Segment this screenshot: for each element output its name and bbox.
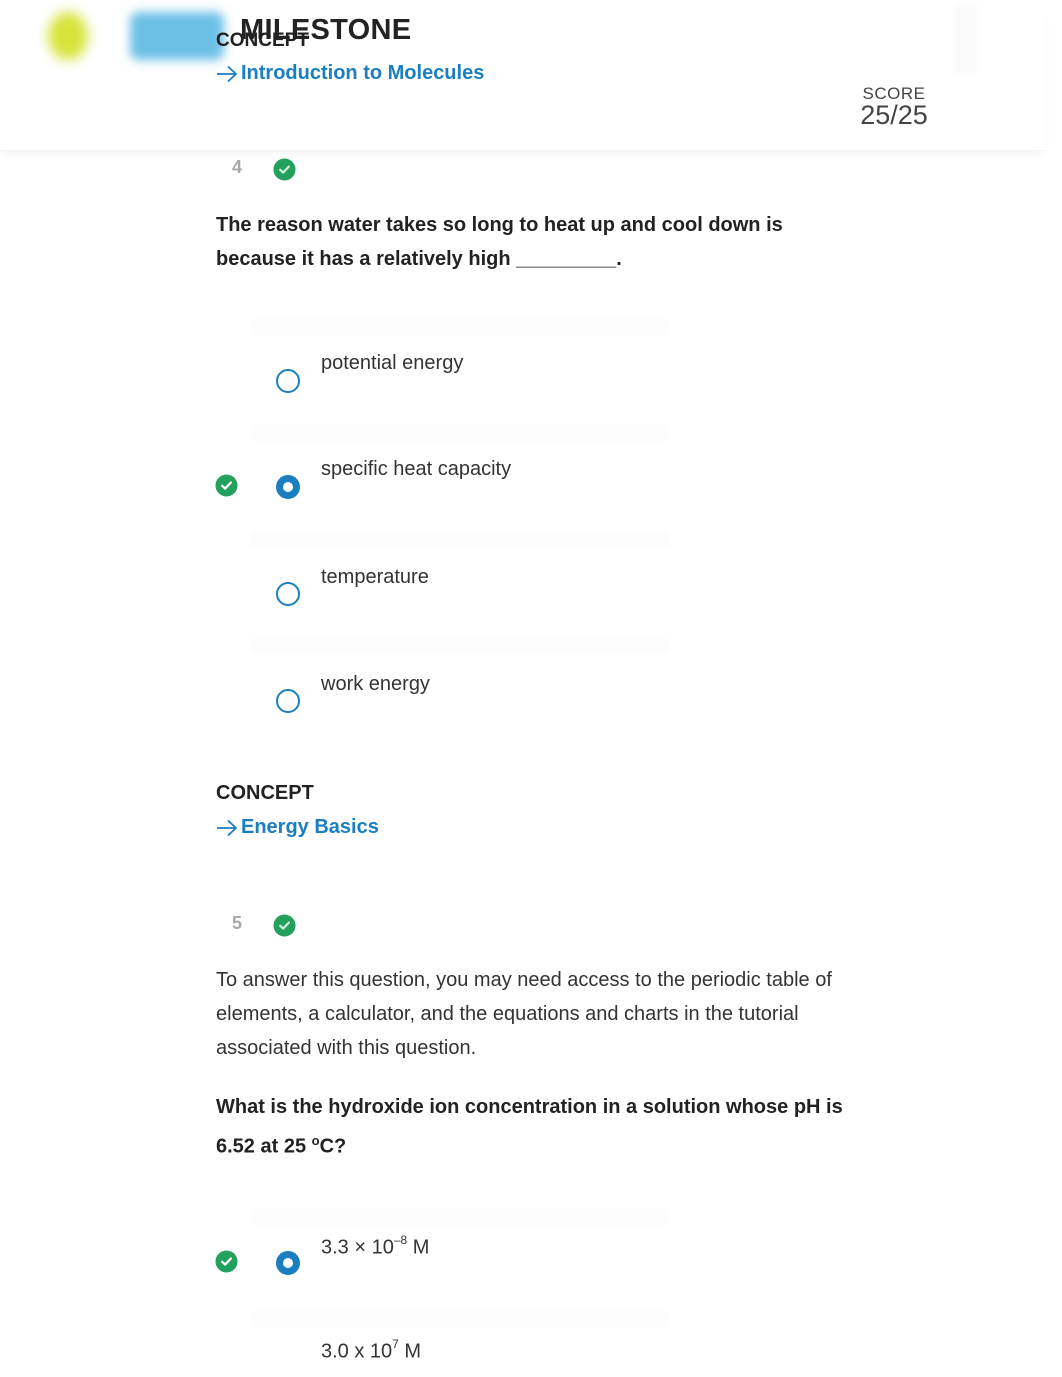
option-exponent: –8: [393, 1233, 408, 1247]
option-base: 3.0 x 10: [321, 1340, 393, 1363]
option-radio-selected[interactable]: [276, 475, 300, 499]
option-radio[interactable]: [276, 369, 300, 393]
concept-label: CONCEPT: [216, 782, 314, 804]
score-value: 25/25: [860, 100, 928, 130]
milestone-header: MILESTONE CONCEPT Introduction to Molecu…: [0, 0, 1046, 151]
option-divider: [250, 531, 670, 547]
option-unit: M: [398, 1340, 422, 1363]
option-label[interactable]: 3.3 × 10–8 M: [321, 1233, 430, 1260]
question-intro: To answer this question, you may need ac…: [216, 969, 832, 1059]
concept-link-introduction-to-molecules[interactable]: Introduction to Molecules: [216, 62, 484, 85]
logo-icon: [48, 12, 88, 60]
option-divider: [250, 1208, 670, 1224]
option-label[interactable]: specific heat capacity: [321, 458, 511, 481]
option-label[interactable]: 3.0 x 107 M: [321, 1337, 422, 1364]
option-divider: [250, 318, 670, 334]
degree-superscript: o: [311, 1133, 320, 1148]
option-unit: M: [407, 1236, 430, 1259]
question-text: What is the hydroxide ion concentration …: [216, 1090, 846, 1164]
brand-logo: [130, 12, 224, 60]
concept-link-energy-basics[interactable]: Energy Basics: [216, 816, 379, 839]
option-label[interactable]: work energy: [321, 673, 430, 696]
question-number: 4: [232, 157, 243, 177]
concept-link-label: Introduction to Molecules: [241, 62, 485, 84]
arrow-right-icon: [217, 819, 238, 836]
option-base: 3.3 × 10: [321, 1236, 394, 1259]
question-number: 5: [232, 913, 243, 933]
option-label[interactable]: temperature: [321, 566, 429, 589]
option-exponent: 7: [392, 1337, 399, 1351]
concept-link-label: Energy Basics: [241, 816, 379, 838]
correct-check-icon: [273, 158, 296, 181]
option-radio[interactable]: [276, 689, 300, 713]
question-text: The reason water takes so long to heat u…: [216, 214, 783, 270]
concept-label: CONCEPT: [216, 30, 309, 51]
option-divider: [250, 424, 670, 440]
option-radio-selected[interactable]: [276, 1251, 300, 1275]
correct-answer-check-icon: [215, 1250, 238, 1273]
option-radio[interactable]: [276, 582, 300, 606]
header-menu-placeholder: [955, 5, 977, 73]
arrow-right-icon: [217, 65, 238, 82]
question-text-main: What is the hydroxide ion concentration …: [216, 1096, 843, 1158]
correct-check-icon: [273, 914, 296, 937]
option-divider: [250, 1310, 670, 1326]
question-text-end: C?: [319, 1135, 347, 1158]
correct-answer-check-icon: [215, 474, 238, 497]
option-label[interactable]: potential energy: [321, 352, 463, 375]
option-divider: [250, 637, 670, 653]
